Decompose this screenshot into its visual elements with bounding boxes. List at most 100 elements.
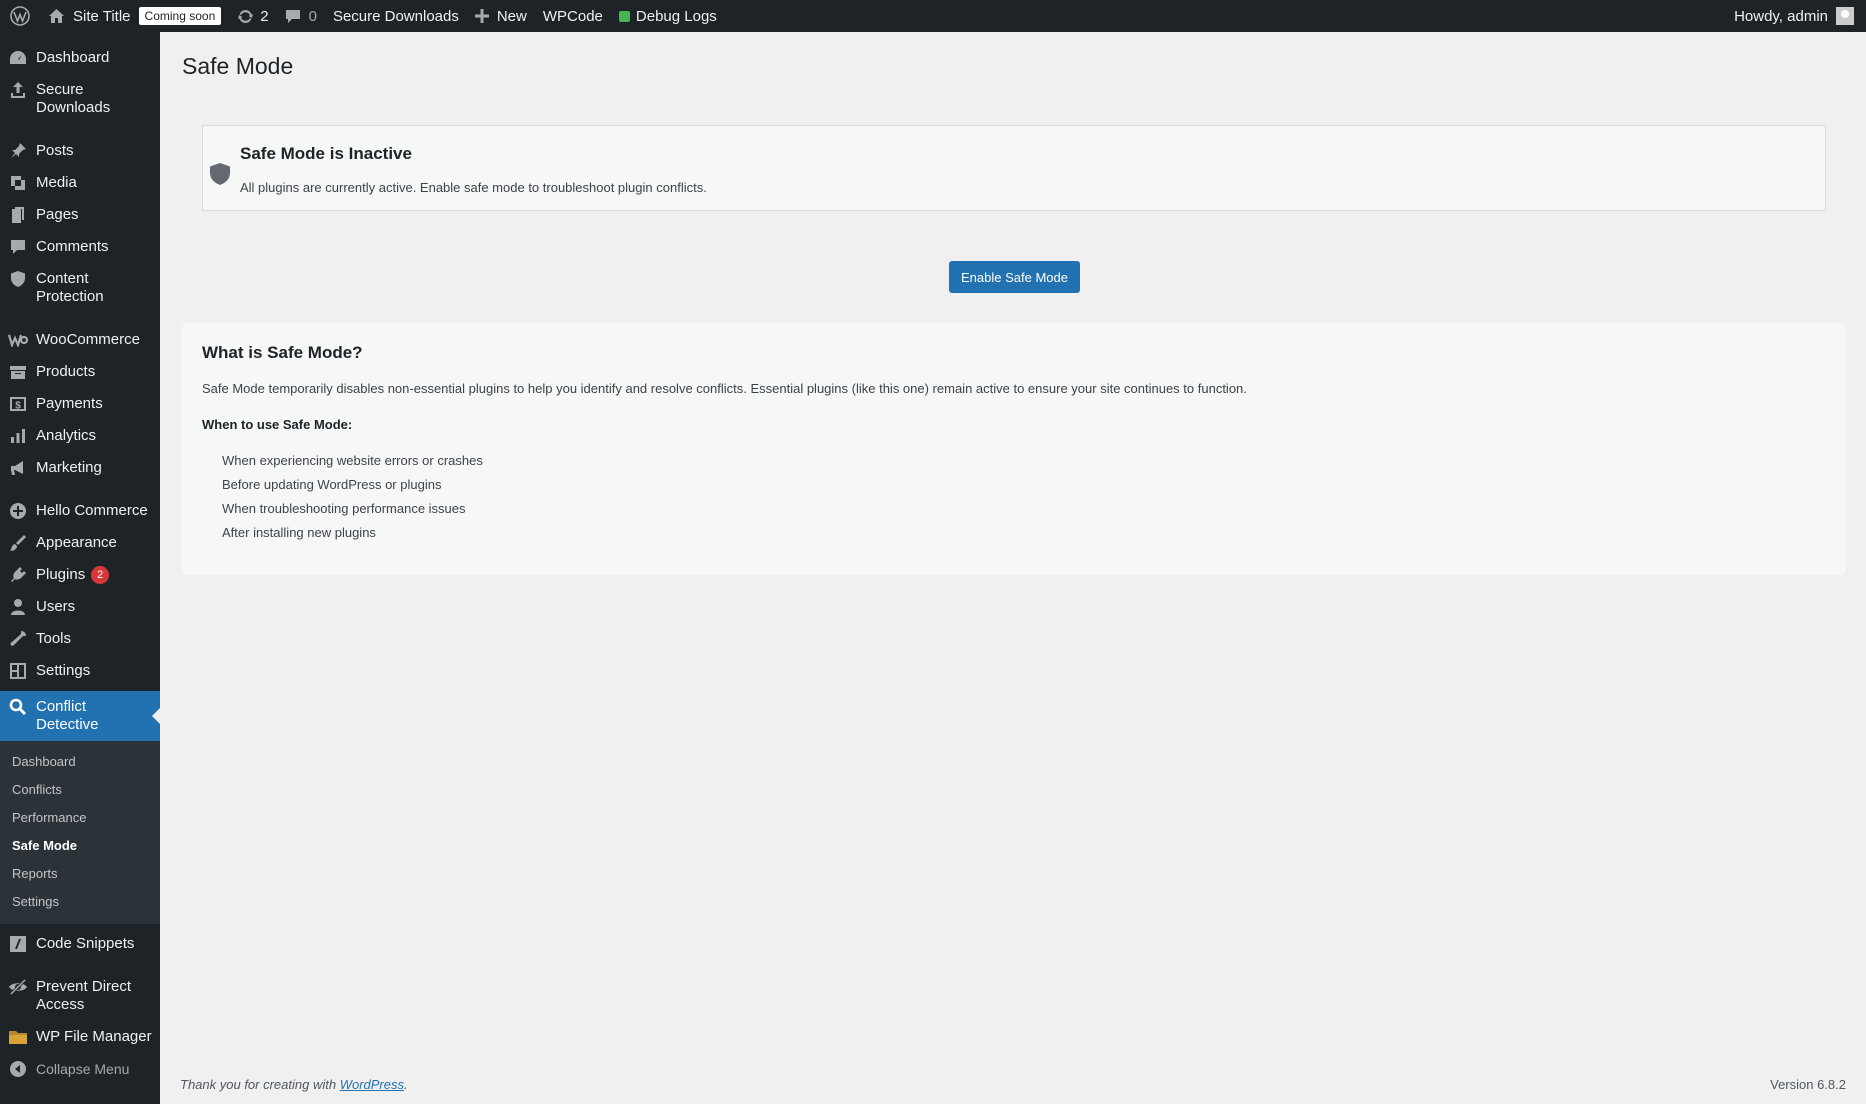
wordpress-link[interactable]: WordPress	[340, 1077, 404, 1092]
sidebar-item-label: Prevent Direct Access	[36, 978, 132, 1013]
wordpress-logo-icon[interactable]	[0, 0, 40, 32]
howdy-label: Howdy, admin	[1734, 7, 1828, 25]
plugins-update-badge: 2	[91, 566, 110, 584]
brush-icon	[8, 534, 28, 552]
admin-sidebar: Dashboard Secure Downloads Posts Media P…	[0, 32, 160, 1104]
sidebar-item-label: Conflict Detective	[36, 698, 99, 733]
enable-safe-mode-button[interactable]: Enable Safe Mode	[949, 261, 1080, 293]
wpcode-link[interactable]: WPCode	[535, 0, 611, 32]
footer-version: Version 6.8.2	[1770, 1077, 1846, 1092]
comment-icon	[285, 10, 300, 23]
sidebar-item-label: Comments	[36, 238, 109, 255]
updates-count: 2	[260, 7, 269, 25]
when-to-use-list: When experiencing website errors or cras…	[222, 452, 483, 548]
sidebar-item-dashboard[interactable]: Dashboard	[0, 42, 160, 74]
sidebar-item-marketing[interactable]: Marketing	[0, 452, 160, 484]
search-icon	[8, 698, 28, 716]
sidebar-item-products[interactable]: Products	[0, 356, 160, 388]
dashboard-icon	[8, 49, 28, 67]
when-to-use-label: When to use Safe Mode:	[202, 417, 353, 432]
submenu-item-settings[interactable]: Settings	[0, 888, 160, 916]
submenu-item-reports[interactable]: Reports	[0, 860, 160, 888]
shield-icon	[8, 270, 28, 288]
wrench-icon	[8, 630, 28, 648]
admin-bar: Site Title Coming soon 2 0 Secure Downlo…	[0, 0, 1866, 32]
plus-icon	[474, 9, 489, 23]
sidebar-item-label: WP File Manager	[36, 1028, 152, 1045]
footer-thanks-text: Thank you for creating with	[180, 1077, 340, 1092]
hidden-eye-icon	[8, 978, 28, 996]
shield-icon	[209, 162, 231, 191]
sidebar-item-label: Content Protection	[36, 270, 104, 305]
sidebar-item-wp-file-manager[interactable]: WP File Manager	[0, 1021, 160, 1053]
settings-icon	[8, 662, 28, 680]
site-title-link[interactable]: Site Title Coming soon	[40, 0, 229, 32]
sidebar-item-label: Hello Commerce	[36, 502, 148, 519]
sidebar-item-woocommerce[interactable]: WooCommerce	[0, 324, 160, 356]
account-menu[interactable]: Howdy, admin	[1726, 0, 1866, 32]
sidebar-item-conflict-detective[interactable]: Conflict Detective	[0, 691, 160, 741]
list-item: Before updating WordPress or plugins	[222, 477, 442, 492]
woo-icon	[8, 331, 28, 349]
footer-thanks-suffix: .	[404, 1077, 408, 1092]
pages-icon	[8, 206, 28, 224]
new-content-link[interactable]: New	[467, 0, 535, 32]
sidebar-item-label: Settings	[36, 662, 91, 679]
status-description: All plugins are currently active. Enable…	[240, 180, 707, 195]
sidebar-item-label: Collapse Menu	[36, 1061, 130, 1077]
secure-downloads-link[interactable]: Secure Downloads	[325, 0, 467, 32]
sidebar-item-code-snippets[interactable]: Code Snippets	[0, 928, 160, 960]
sidebar-item-appearance[interactable]: Appearance	[0, 527, 160, 559]
sidebar-item-label: Users	[36, 598, 76, 615]
sidebar-item-label: Dashboard	[36, 49, 110, 66]
conflict-detective-submenu: Dashboard Conflicts Performance Safe Mod…	[0, 741, 160, 924]
sidebar-item-label: Media	[36, 174, 77, 191]
sidebar-item-content-protection[interactable]: Content Protection	[0, 263, 160, 313]
code-icon	[8, 935, 28, 953]
footer-thanks: Thank you for creating with WordPress.	[180, 1077, 408, 1092]
coming-soon-badge: Coming soon	[138, 7, 222, 25]
sidebar-item-settings[interactable]: Settings	[0, 655, 160, 687]
comments-link[interactable]: 0	[277, 0, 325, 32]
sidebar-item-label: Secure Downloads	[36, 81, 111, 116]
info-description: Safe Mode temporarily disables non-essen…	[202, 381, 1247, 396]
sidebar-item-label: Posts	[36, 142, 74, 159]
plug-icon	[8, 566, 28, 584]
sidebar-item-users[interactable]: Users	[0, 591, 160, 623]
submenu-item-performance[interactable]: Performance	[0, 804, 160, 832]
sidebar-item-label: Analytics	[36, 427, 97, 444]
folder-icon	[8, 1028, 28, 1046]
submenu-item-dashboard[interactable]: Dashboard	[0, 748, 160, 776]
sidebar-item-pages[interactable]: Pages	[0, 199, 160, 231]
debug-logs-link[interactable]: Debug Logs	[611, 0, 725, 32]
submenu-item-safe-mode[interactable]: Safe Mode	[0, 832, 160, 860]
sidebar-item-label: Appearance	[36, 534, 117, 551]
sidebar-item-tools[interactable]: Tools	[0, 623, 160, 655]
list-item: When experiencing website errors or cras…	[222, 453, 483, 468]
sidebar-item-hello-commerce[interactable]: Hello Commerce	[0, 495, 160, 527]
pin-icon	[8, 142, 28, 160]
sidebar-item-analytics[interactable]: Analytics	[0, 420, 160, 452]
main-content: Safe Mode Safe Mode is Inactive All plug…	[160, 32, 1866, 1104]
submenu-item-conflicts[interactable]: Conflicts	[0, 776, 160, 804]
sidebar-item-label: Code Snippets	[36, 935, 135, 952]
sidebar-item-media[interactable]: Media	[0, 167, 160, 199]
sidebar-item-label: Products	[36, 363, 96, 380]
user-icon	[8, 598, 28, 616]
new-label: New	[496, 7, 527, 25]
comment-icon	[8, 238, 28, 256]
sidebar-item-prevent-direct-access[interactable]: Prevent Direct Access	[0, 971, 160, 1021]
sidebar-item-posts[interactable]: Posts	[0, 135, 160, 167]
sidebar-item-secure-downloads[interactable]: Secure Downloads	[0, 74, 160, 124]
collapse-menu-button[interactable]: Collapse Menu	[0, 1053, 160, 1085]
archive-icon	[8, 363, 28, 381]
sidebar-item-label: Plugins	[36, 566, 86, 583]
safe-mode-status-box: Safe Mode is Inactive All plugins are cu…	[202, 125, 1826, 211]
sidebar-item-payments[interactable]: $ Payments	[0, 388, 160, 420]
wpcode-label: WPCode	[542, 7, 603, 25]
sidebar-item-comments[interactable]: Comments	[0, 231, 160, 263]
updates-link[interactable]: 2	[229, 0, 276, 32]
sidebar-item-label: Payments	[36, 395, 103, 412]
sidebar-item-plugins[interactable]: Plugins 2	[0, 559, 160, 591]
sidebar-item-label: Marketing	[36, 459, 102, 476]
